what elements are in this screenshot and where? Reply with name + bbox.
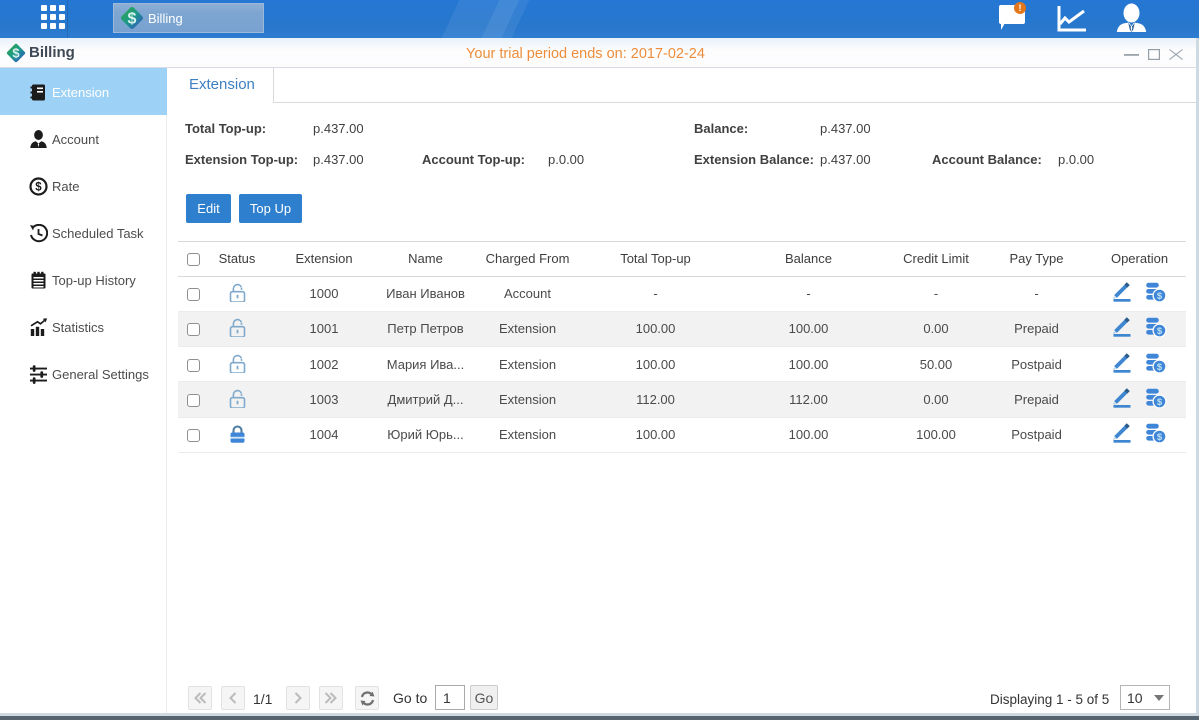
svg-text:$: $ xyxy=(1156,397,1162,408)
svg-text:$: $ xyxy=(1156,291,1162,302)
svg-text:$: $ xyxy=(1156,432,1162,443)
svg-text:$: $ xyxy=(128,11,137,28)
svg-text:$: $ xyxy=(35,182,42,194)
svg-text:$: $ xyxy=(1156,362,1162,373)
svg-text:$: $ xyxy=(1156,326,1162,337)
